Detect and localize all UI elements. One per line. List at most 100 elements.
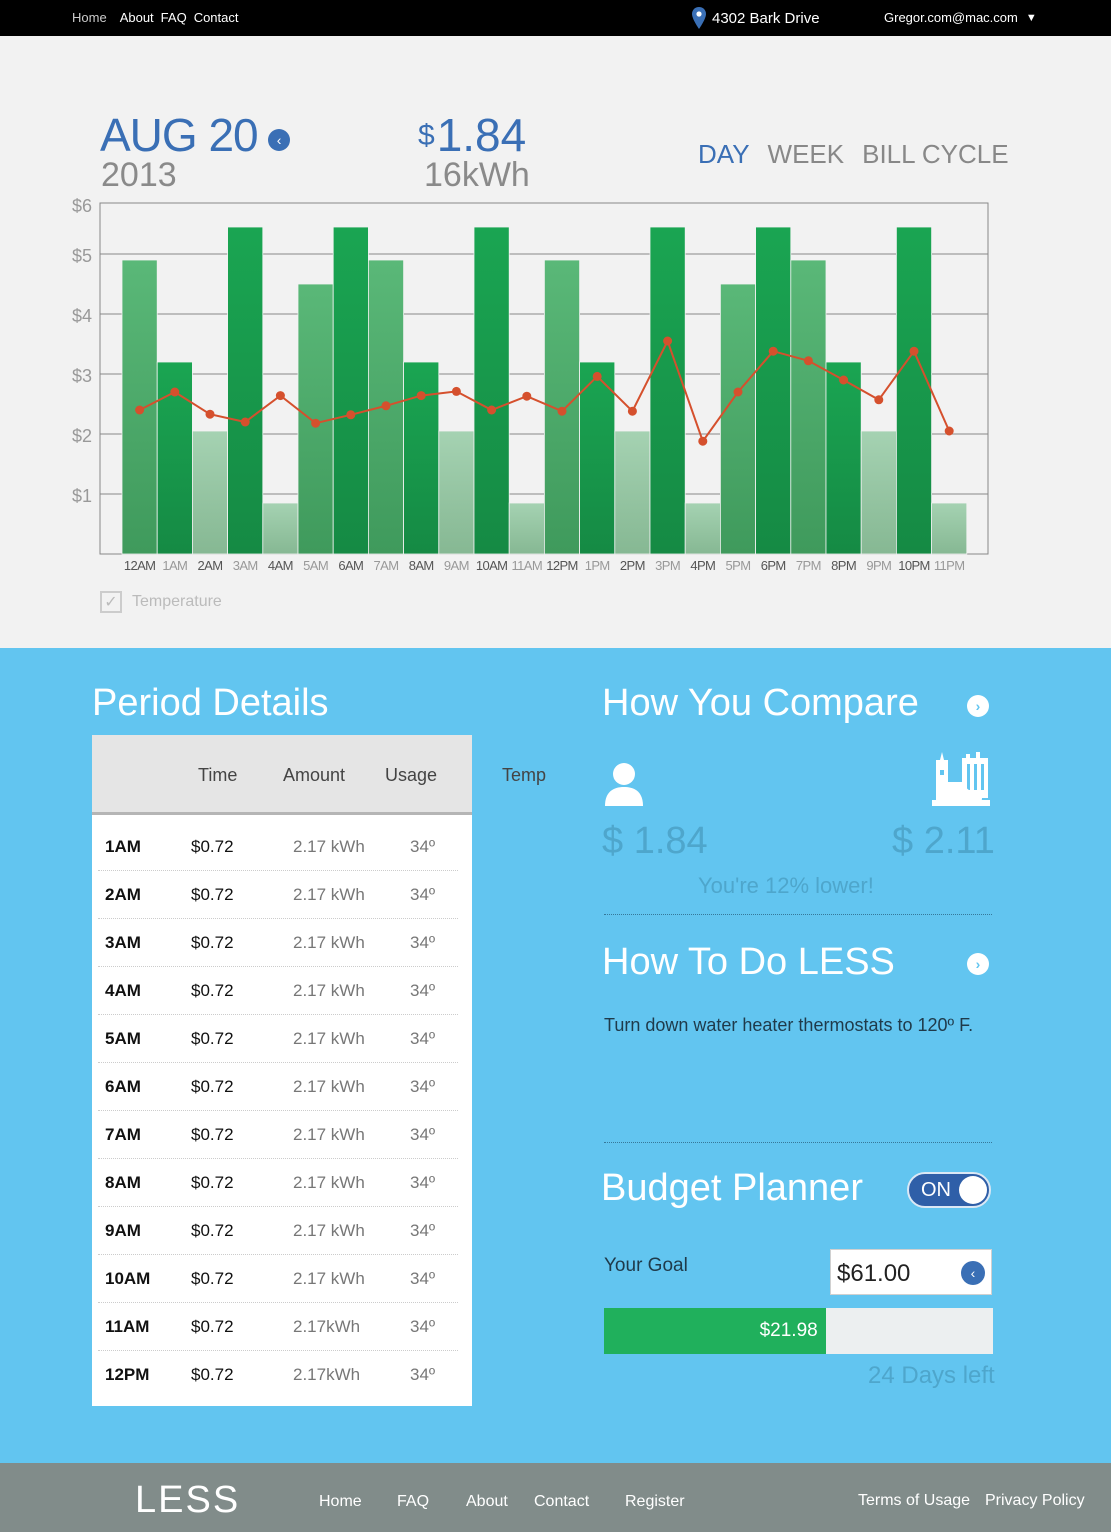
budget-progress-fill: $21.98 <box>604 1308 826 1354</box>
temperature-point <box>416 391 426 401</box>
how-to-do-less-title: How To Do LESS <box>602 941 895 983</box>
budget-planner-title: Budget Planner <box>601 1167 863 1209</box>
footer-home-link[interactable]: Home <box>319 1493 362 1511</box>
bar-2AM[interactable] <box>191 430 228 555</box>
goal-label: Your Goal <box>604 1255 688 1276</box>
bar-11AM[interactable] <box>508 502 545 555</box>
cell-time: 10AM <box>105 1269 151 1288</box>
header-amount: Amount <box>283 765 346 785</box>
cell-time: 11AM <box>105 1317 150 1336</box>
your-cost: $ 1.84 <box>602 820 708 862</box>
bar-8AM[interactable] <box>403 361 440 555</box>
tab-bill-cycle[interactable]: BILL CYCLE <box>862 139 1008 170</box>
date-label: AUG 20 <box>100 109 259 161</box>
bar-10AM[interactable] <box>473 226 510 555</box>
bar-6AM[interactable] <box>332 226 369 555</box>
cell-usage: 2.17 kWh <box>293 1077 365 1096</box>
x-tick-label: 6PM <box>761 558 786 573</box>
previous-date-button[interactable]: ‹ <box>267 129 290 151</box>
user-menu[interactable]: Gregor.com@mac.com ▼ <box>884 10 1037 25</box>
nav-contact-link[interactable]: Contact <box>194 10 239 25</box>
cell-usage: 2.17 kWh <box>293 1029 365 1048</box>
table-row: 9AM $0.72 2.17 kWh 34º <box>98 1207 458 1255</box>
x-tick-label: 4PM <box>690 558 715 573</box>
selected-date: AUG 20 ‹ <box>100 108 290 162</box>
x-tick-label: 12PM <box>546 558 578 573</box>
x-tick-label: 9AM <box>444 558 469 573</box>
cell-amount: $0.72 <box>191 885 234 904</box>
x-tick-label: 11AM <box>511 558 542 573</box>
x-tick-label: 5AM <box>303 558 328 573</box>
cell-usage: 2.17kWh <box>293 1317 361 1336</box>
footer-contact-link[interactable]: Contact <box>534 1493 589 1511</box>
nav-about-link[interactable]: About <box>120 10 154 25</box>
table-header: Time Amount Usage Temp <box>92 735 546 815</box>
cell-temp: 34º <box>410 1029 436 1048</box>
x-tick-label: 6AM <box>338 558 363 573</box>
bar-6PM[interactable] <box>755 226 792 555</box>
cell-temp: 34º <box>410 1365 436 1384</box>
bar-4PM[interactable] <box>684 502 721 555</box>
location[interactable]: 4302 Bark Drive <box>692 7 820 29</box>
x-tick-label: 5PM <box>726 558 751 573</box>
terms-link[interactable]: Terms of Usage <box>858 1492 970 1510</box>
x-tick-label: 10AM <box>476 558 508 573</box>
footer-about-link[interactable]: About <box>466 1493 508 1511</box>
privacy-link[interactable]: Privacy Policy <box>985 1492 1085 1510</box>
bar-9AM[interactable] <box>438 430 475 555</box>
energy-tip: Turn down water heater thermostats to 12… <box>604 1015 974 1035</box>
table-row: 7AM $0.72 2.17 kWh 34º <box>98 1111 458 1159</box>
nav-home-link[interactable]: Home <box>72 10 107 25</box>
cell-temp: 34º <box>410 1317 436 1336</box>
y-tick-label: $3 <box>72 366 92 386</box>
tab-week[interactable]: WEEK <box>768 139 845 170</box>
temperature-point <box>874 395 884 405</box>
bar-1PM[interactable] <box>579 361 616 555</box>
temperature-point <box>733 387 743 397</box>
tab-day[interactable]: DAY <box>698 139 750 170</box>
temperature-point <box>346 410 356 420</box>
cell-temp: 34º <box>410 1173 436 1192</box>
table-row: 10AM $0.72 2.17 kWh 34º <box>98 1255 458 1303</box>
bar-9PM[interactable] <box>860 430 897 555</box>
cell-temp: 34º <box>410 1269 436 1288</box>
tips-arrow-button[interactable]: › <box>967 953 989 975</box>
bar-3PM[interactable] <box>649 226 686 555</box>
y-tick-label: $1 <box>72 486 92 506</box>
table-row: 5AM $0.72 2.17 kWh 34º <box>98 1015 458 1063</box>
cell-temp: 34º <box>410 885 436 904</box>
bar-2PM[interactable] <box>614 430 651 555</box>
goal-input[interactable]: $61.00 ‹ <box>830 1249 992 1295</box>
bar-3AM[interactable] <box>227 226 264 555</box>
table-row: 6AM $0.72 2.17 kWh 34º <box>98 1063 458 1111</box>
temperature-toggle[interactable]: ✓ Temperature <box>100 591 222 613</box>
budget-toggle[interactable]: ON <box>907 1172 991 1208</box>
temperature-point <box>698 436 708 446</box>
bar-8PM[interactable] <box>825 361 862 555</box>
x-tick-label: 12AM <box>124 558 156 573</box>
x-tick-label: 2PM <box>620 558 645 573</box>
divider <box>604 1142 992 1143</box>
bar-10PM[interactable] <box>896 226 933 555</box>
footer-faq-link[interactable]: FAQ <box>397 1493 429 1511</box>
compare-arrow-button[interactable]: › <box>967 695 989 717</box>
bar-4AM[interactable] <box>262 502 299 555</box>
temperature-checkbox[interactable]: ✓ <box>100 591 122 613</box>
nav-faq-link[interactable]: FAQ <box>161 10 187 25</box>
cost-value: 1.84 <box>436 109 527 161</box>
temperature-point <box>451 386 461 396</box>
goal-back-button[interactable]: ‹ <box>961 1261 985 1285</box>
x-tick-label: 8AM <box>409 558 434 573</box>
bar-5PM[interactable] <box>720 283 757 555</box>
temperature-point <box>522 391 532 401</box>
logo: LESS <box>135 1479 241 1521</box>
cell-time: 4AM <box>105 981 141 1000</box>
user-email: Gregor.com@mac.com <box>884 10 1018 25</box>
footer-register-link[interactable]: Register <box>625 1493 685 1511</box>
temperature-point <box>663 336 673 346</box>
x-tick-label: 2AM <box>198 558 223 573</box>
table-row: 2AM $0.72 2.17 kWh 34º <box>98 871 458 919</box>
bar-11PM[interactable] <box>931 502 968 555</box>
cell-time: 3AM <box>105 933 141 952</box>
bar-7PM[interactable] <box>790 259 827 555</box>
